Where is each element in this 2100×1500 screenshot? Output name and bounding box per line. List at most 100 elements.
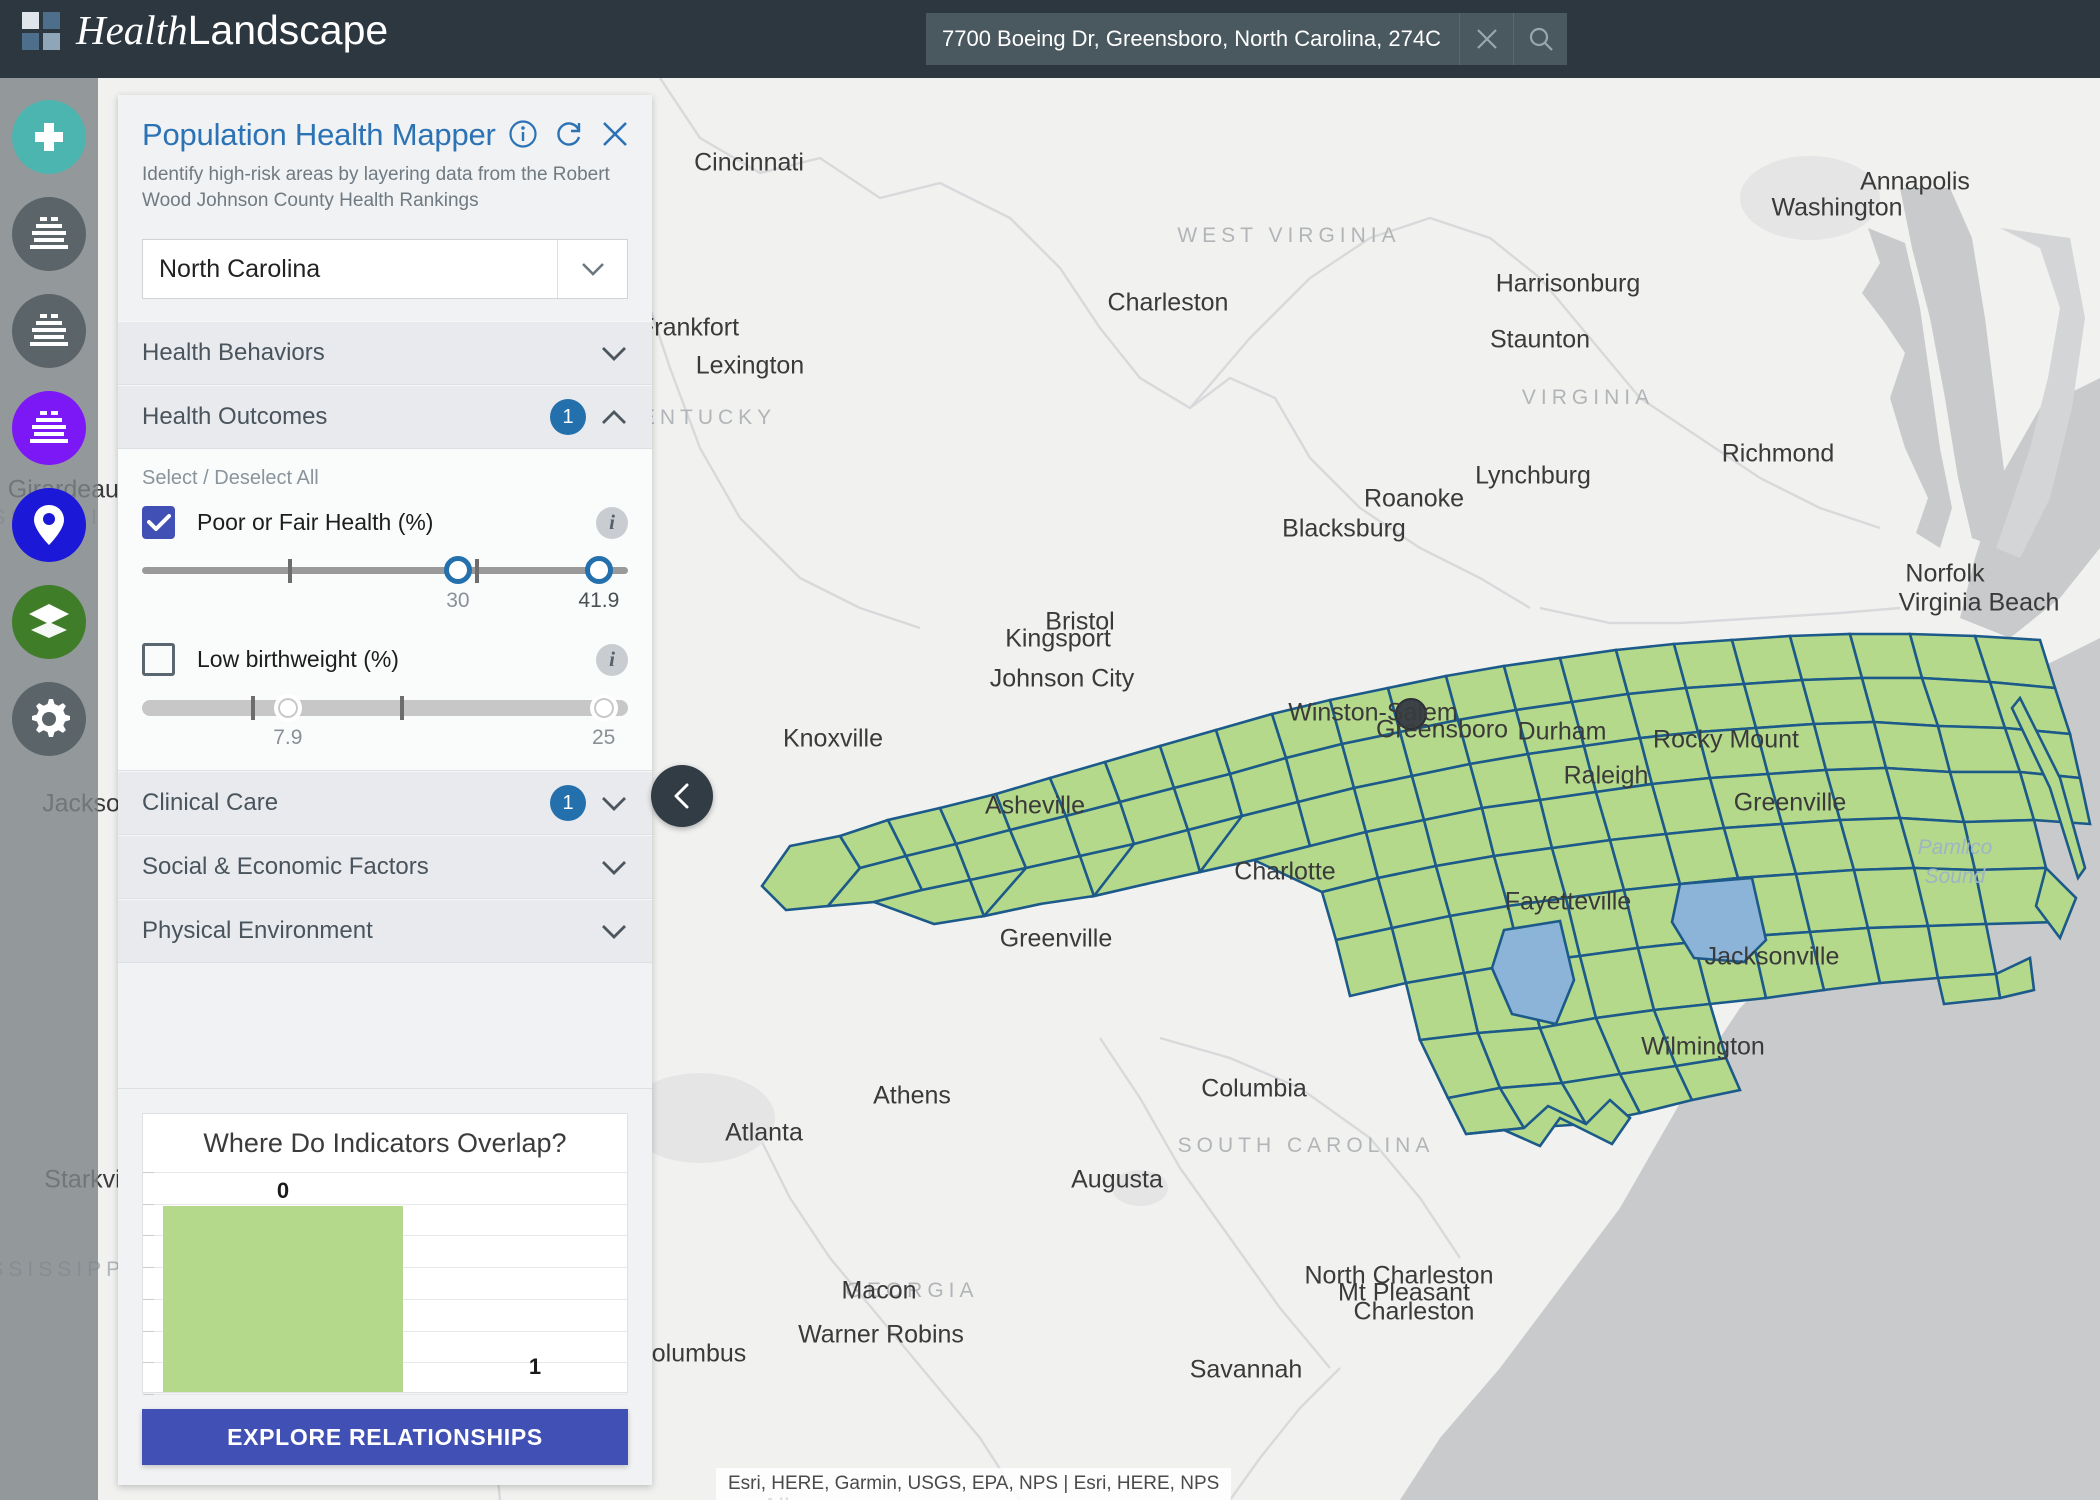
chevron-down-icon	[600, 345, 628, 362]
slider-tick	[288, 559, 292, 583]
slider-track	[142, 700, 628, 716]
population-health-mapper-panel: Population Health Mapper Identify high-r…	[118, 95, 652, 1485]
accordion-physical-environment[interactable]: Physical Environment	[118, 899, 652, 963]
check-icon	[147, 513, 171, 532]
slider-min-handle[interactable]	[444, 556, 472, 584]
chevron-left-icon	[667, 781, 697, 811]
slider-track	[142, 567, 628, 574]
slider-min-value: 30	[446, 589, 469, 613]
rail-button-medical-cross[interactable]	[12, 100, 86, 174]
medical-cross-icon	[29, 117, 69, 157]
map-pin-icon	[32, 503, 66, 547]
chart-y-tick	[143, 1362, 154, 1363]
overlap-chart: Where Do Indicators Overlap? 01	[142, 1113, 628, 1393]
chart-bar-label: 1	[529, 1354, 541, 1380]
tool-rail	[0, 78, 98, 1500]
chevron-down-icon	[600, 795, 628, 812]
rail-button-chart-2[interactable]	[12, 294, 86, 368]
rail-button-population-health-mapper[interactable]	[12, 391, 86, 465]
app-title-italic: Health	[76, 7, 188, 53]
clear-search-button[interactable]	[1459, 13, 1513, 65]
chevron-down-icon	[600, 859, 628, 876]
accordion-label: Physical Environment	[142, 917, 600, 945]
info-icon[interactable]	[508, 119, 538, 149]
chart-y-tick	[143, 1394, 154, 1395]
bar-chart-icon	[28, 408, 70, 448]
location-marker	[1396, 699, 1426, 729]
rail-button-map-pin[interactable]	[12, 488, 86, 562]
accordion-health-behaviors[interactable]: Health Behaviors	[118, 321, 652, 385]
chart-gridline	[143, 1394, 627, 1395]
panel-header: Population Health Mapper Identify high-r…	[118, 95, 652, 219]
search-button[interactable]	[1513, 13, 1567, 65]
indicator-info-icon[interactable]: i	[596, 507, 628, 539]
layers-icon	[27, 602, 71, 642]
search-input[interactable]	[926, 13, 1459, 65]
chart-y-tick	[143, 1172, 154, 1173]
health-outcomes-body: Select / Deselect All Poor or Fair Healt…	[118, 449, 652, 771]
close-icon[interactable]	[600, 119, 630, 149]
logo-grid-icon	[22, 12, 60, 50]
rail-button-layers[interactable]	[12, 585, 86, 659]
slider-min-value: 7.9	[273, 726, 302, 750]
panel-spacer	[118, 963, 652, 1089]
explore-relationships-button[interactable]: EXPLORE RELATIONSHIPS	[142, 1409, 628, 1465]
rail-button-settings[interactable]	[12, 682, 86, 756]
indicator-range-slider-low-birthweight[interactable]: 7.9 25	[142, 692, 628, 754]
accordion-label: Social & Economic Factors	[142, 853, 600, 881]
slider-tick	[475, 559, 479, 583]
rail-button-chart-1[interactable]	[12, 197, 86, 271]
close-icon	[1474, 26, 1500, 52]
accordion-badge: 1	[550, 785, 586, 821]
refresh-icon[interactable]	[554, 119, 584, 149]
svg-text:Pamlico: Pamlico	[1918, 836, 1993, 859]
chart-y-tick	[143, 1331, 154, 1332]
svg-text:Sound: Sound	[1925, 865, 1987, 888]
slider-tick	[251, 696, 255, 720]
indicator-checkbox[interactable]	[142, 643, 175, 676]
indicator-label: Poor or Fair Health (%)	[197, 509, 596, 536]
indicator-accordion: Health Behaviors Health Outcomes 1 Selec…	[118, 321, 652, 963]
slider-min-handle[interactable]	[274, 694, 302, 722]
chart-gridline	[143, 1204, 627, 1205]
app-title-regular: Landscape	[188, 7, 389, 53]
chart-y-tick	[143, 1299, 154, 1300]
indicator-info-icon[interactable]: i	[596, 644, 628, 676]
chevron-up-icon	[600, 409, 628, 426]
slider-max-value: 41.9	[578, 589, 619, 613]
panel-subtitle: Identify high-risk areas by layering dat…	[142, 162, 647, 213]
app-logo[interactable]: HealthLandscape	[22, 10, 388, 51]
accordion-label: Health Behaviors	[142, 339, 600, 367]
chart-y-tick	[143, 1267, 154, 1268]
select-deselect-all-link[interactable]: Select / Deselect All	[142, 467, 628, 490]
accordion-badge: 1	[550, 399, 586, 435]
slider-tick	[400, 696, 404, 720]
accordion-clinical-care[interactable]: Clinical Care 1	[118, 771, 652, 835]
chevron-down-icon	[580, 261, 606, 277]
chart-plot-area: 01	[143, 1172, 627, 1392]
state-select-value: North Carolina	[143, 255, 557, 284]
slider-max-handle[interactable]	[585, 556, 613, 584]
bar-chart-icon	[28, 311, 70, 351]
top-bar: HealthLandscape	[0, 0, 2100, 78]
indicator-label: Low birthweight (%)	[197, 646, 596, 673]
indicator-low-birthweight: Low birthweight (%) i	[142, 643, 628, 676]
address-search	[926, 13, 1567, 65]
chart-bar-label: 0	[277, 1178, 289, 1204]
chart-title: Where Do Indicators Overlap?	[143, 1114, 627, 1159]
collapse-panel-button[interactable]	[651, 765, 713, 827]
chart-bar[interactable]	[163, 1206, 403, 1392]
map-attribution: Esri, HERE, Garmin, USGS, EPA, NPS | Esr…	[716, 1468, 1231, 1500]
panel-header-actions	[508, 119, 630, 149]
accordion-social-economic-factors[interactable]: Social & Economic Factors	[118, 835, 652, 899]
state-select[interactable]: North Carolina	[142, 239, 628, 299]
indicator-range-slider-poor-or-fair-health[interactable]: 30 41.9	[142, 555, 628, 617]
slider-max-handle[interactable]	[590, 694, 618, 722]
indicator-poor-or-fair-health: Poor or Fair Health (%) i	[142, 506, 628, 539]
accordion-health-outcomes[interactable]: Health Outcomes 1	[118, 385, 652, 449]
search-icon	[1527, 25, 1555, 53]
bar-chart-icon	[28, 214, 70, 254]
indicator-checkbox[interactable]	[142, 506, 175, 539]
chevron-down-icon	[600, 923, 628, 940]
slider-max-value: 25	[592, 726, 615, 750]
